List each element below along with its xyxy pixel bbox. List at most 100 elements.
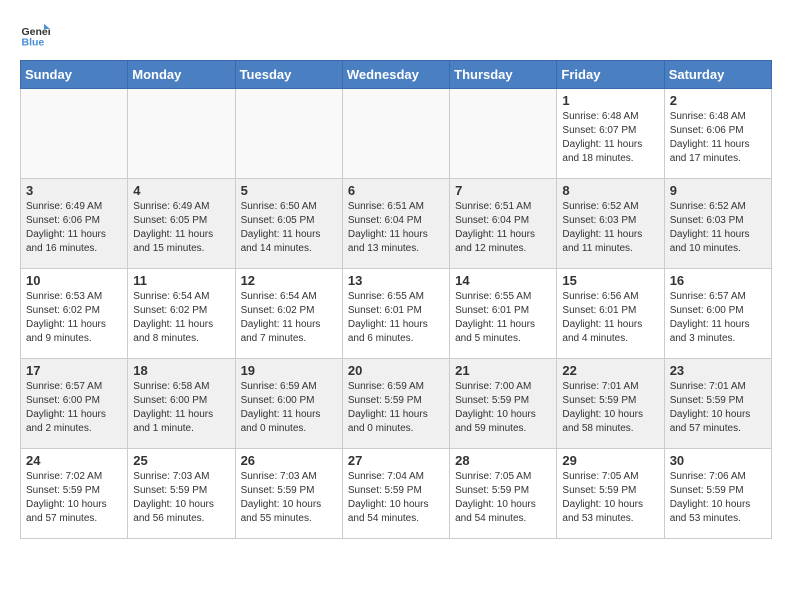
day-number: 12 bbox=[241, 273, 337, 288]
day-number: 26 bbox=[241, 453, 337, 468]
calendar-day-cell: 9Sunrise: 6:52 AM Sunset: 6:03 PM Daylig… bbox=[664, 179, 771, 269]
day-number: 29 bbox=[562, 453, 658, 468]
day-number: 28 bbox=[455, 453, 551, 468]
day-number: 30 bbox=[670, 453, 766, 468]
calendar-day-cell: 23 Sunrise: 7:01 AM Sunset: 5:59 PM Dayli… bbox=[664, 359, 771, 449]
calendar-week-row: 10 Sunrise: 6:53 AM Sunset: 6:02 PM Dayli… bbox=[21, 269, 772, 359]
weekday-header: Saturday bbox=[664, 61, 771, 89]
day-number: 19 bbox=[241, 363, 337, 378]
calendar-day-cell: 28Sunrise: 7:05 AM Sunset: 5:59 PM Dayli… bbox=[450, 449, 557, 539]
calendar-week-row: 1 Sunrise: 6:48 AM Sunset: 6:07 PM Daylig… bbox=[21, 89, 772, 179]
day-info: Sunrise: 6:56 AM Sunset: 6:01 PM Dayligh… bbox=[562, 290, 658, 346]
calendar-day-cell: 18 Sunrise: 6:58 AM Sunset: 6:00 PM Dayli… bbox=[128, 359, 235, 449]
calendar-day-cell: 26 Sunrise: 7:03 AM Sunset: 5:59 PM Dayli… bbox=[235, 449, 342, 539]
day-number: 5 bbox=[241, 183, 337, 198]
day-info: Sunrise: 6:55 AM Sunset: 6:01 PM Dayligh… bbox=[348, 290, 444, 346]
day-info: Sunrise: 6:49 AM Sunset: 6:06 PM Dayligh… bbox=[26, 200, 122, 256]
day-number: 11 bbox=[133, 273, 229, 288]
calendar-table: SundayMondayTuesdayWednesdayThursdayFrid… bbox=[20, 60, 772, 539]
calendar-day-cell: 13 Sunrise: 6:55 AM Sunset: 6:01 PM Dayli… bbox=[342, 269, 449, 359]
day-number: 16 bbox=[670, 273, 766, 288]
day-info: Sunrise: 6:59 AM Sunset: 6:00 PM Dayligh… bbox=[241, 380, 337, 436]
calendar-day-cell: 2 Sunrise: 6:48 AM Sunset: 6:06 PM Daylig… bbox=[664, 89, 771, 179]
calendar-day-cell: 1 Sunrise: 6:48 AM Sunset: 6:07 PM Daylig… bbox=[557, 89, 664, 179]
calendar-day-cell bbox=[342, 89, 449, 179]
calendar-day-cell: 14Sunrise: 6:55 AM Sunset: 6:01 PM Dayli… bbox=[450, 269, 557, 359]
day-number: 18 bbox=[133, 363, 229, 378]
weekday-header: Wednesday bbox=[342, 61, 449, 89]
day-info: Sunrise: 7:04 AM Sunset: 5:59 PM Dayligh… bbox=[348, 470, 444, 526]
calendar-day-cell bbox=[450, 89, 557, 179]
day-info: Sunrise: 6:49 AM Sunset: 6:05 PM Dayligh… bbox=[133, 200, 229, 256]
calendar-day-cell: 19 Sunrise: 6:59 AM Sunset: 6:00 PM Dayli… bbox=[235, 359, 342, 449]
day-number: 23 bbox=[670, 363, 766, 378]
calendar-day-cell: 12 Sunrise: 6:54 AM Sunset: 6:02 PM Dayli… bbox=[235, 269, 342, 359]
day-number: 3 bbox=[26, 183, 122, 198]
svg-text:Blue: Blue bbox=[22, 37, 45, 49]
calendar-day-cell: 25 Sunrise: 7:03 AM Sunset: 5:59 PM Dayli… bbox=[128, 449, 235, 539]
day-info: Sunrise: 7:03 AM Sunset: 5:59 PM Dayligh… bbox=[241, 470, 337, 526]
day-number: 22 bbox=[562, 363, 658, 378]
day-number: 20 bbox=[348, 363, 444, 378]
calendar-day-cell: 11Sunrise: 6:54 AM Sunset: 6:02 PM Dayli… bbox=[128, 269, 235, 359]
calendar-day-cell: 20 Sunrise: 6:59 AM Sunset: 5:59 PM Dayli… bbox=[342, 359, 449, 449]
day-info: Sunrise: 6:59 AM Sunset: 5:59 PM Dayligh… bbox=[348, 380, 444, 436]
calendar-day-cell: 27 Sunrise: 7:04 AM Sunset: 5:59 PM Dayli… bbox=[342, 449, 449, 539]
calendar-day-cell: 16 Sunrise: 6:57 AM Sunset: 6:00 PM Dayli… bbox=[664, 269, 771, 359]
weekday-header: Sunday bbox=[21, 61, 128, 89]
day-number: 1 bbox=[562, 93, 658, 108]
day-number: 25 bbox=[133, 453, 229, 468]
day-info: Sunrise: 7:03 AM Sunset: 5:59 PM Dayligh… bbox=[133, 470, 229, 526]
day-number: 10 bbox=[26, 273, 122, 288]
calendar-day-cell: 8 Sunrise: 6:52 AM Sunset: 6:03 PM Daylig… bbox=[557, 179, 664, 269]
day-info: Sunrise: 6:48 AM Sunset: 6:07 PM Dayligh… bbox=[562, 110, 658, 166]
day-number: 15 bbox=[562, 273, 658, 288]
calendar-day-cell: 5 Sunrise: 6:50 AM Sunset: 6:05 PM Daylig… bbox=[235, 179, 342, 269]
day-number: 7 bbox=[455, 183, 551, 198]
day-info: Sunrise: 7:05 AM Sunset: 5:59 PM Dayligh… bbox=[562, 470, 658, 526]
day-info: Sunrise: 6:52 AM Sunset: 6:03 PM Dayligh… bbox=[562, 200, 658, 256]
day-info: Sunrise: 6:48 AM Sunset: 6:06 PM Dayligh… bbox=[670, 110, 766, 166]
day-number: 24 bbox=[26, 453, 122, 468]
day-number: 2 bbox=[670, 93, 766, 108]
day-info: Sunrise: 7:00 AM Sunset: 5:59 PM Dayligh… bbox=[455, 380, 551, 436]
day-number: 17 bbox=[26, 363, 122, 378]
calendar-day-cell: 30 Sunrise: 7:06 AM Sunset: 5:59 PM Dayli… bbox=[664, 449, 771, 539]
day-number: 4 bbox=[133, 183, 229, 198]
calendar-day-cell: 22 Sunrise: 7:01 AM Sunset: 5:59 PM Dayli… bbox=[557, 359, 664, 449]
day-info: Sunrise: 6:51 AM Sunset: 6:04 PM Dayligh… bbox=[348, 200, 444, 256]
calendar-day-cell: 6Sunrise: 6:51 AM Sunset: 6:04 PM Daylig… bbox=[342, 179, 449, 269]
weekday-header: Thursday bbox=[450, 61, 557, 89]
day-info: Sunrise: 6:58 AM Sunset: 6:00 PM Dayligh… bbox=[133, 380, 229, 436]
calendar-header-row: SundayMondayTuesdayWednesdayThursdayFrid… bbox=[21, 61, 772, 89]
day-info: Sunrise: 7:01 AM Sunset: 5:59 PM Dayligh… bbox=[562, 380, 658, 436]
weekday-header: Monday bbox=[128, 61, 235, 89]
day-info: Sunrise: 7:02 AM Sunset: 5:59 PM Dayligh… bbox=[26, 470, 122, 526]
day-number: 8 bbox=[562, 183, 658, 198]
calendar-day-cell: 4 Sunrise: 6:49 AM Sunset: 6:05 PM Daylig… bbox=[128, 179, 235, 269]
calendar-day-cell: 15 Sunrise: 6:56 AM Sunset: 6:01 PM Dayli… bbox=[557, 269, 664, 359]
day-info: Sunrise: 6:54 AM Sunset: 6:02 PM Dayligh… bbox=[241, 290, 337, 346]
logo-icon: General Blue bbox=[20, 20, 50, 50]
day-number: 13 bbox=[348, 273, 444, 288]
day-number: 21 bbox=[455, 363, 551, 378]
calendar-day-cell: 3 Sunrise: 6:49 AM Sunset: 6:06 PM Daylig… bbox=[21, 179, 128, 269]
day-info: Sunrise: 7:01 AM Sunset: 5:59 PM Dayligh… bbox=[670, 380, 766, 436]
day-number: 9 bbox=[670, 183, 766, 198]
calendar-day-cell bbox=[128, 89, 235, 179]
calendar-week-row: 3 Sunrise: 6:49 AM Sunset: 6:06 PM Daylig… bbox=[21, 179, 772, 269]
weekday-header: Tuesday bbox=[235, 61, 342, 89]
day-number: 27 bbox=[348, 453, 444, 468]
day-info: Sunrise: 7:06 AM Sunset: 5:59 PM Dayligh… bbox=[670, 470, 766, 526]
calendar-day-cell: 29 Sunrise: 7:05 AM Sunset: 5:59 PM Dayli… bbox=[557, 449, 664, 539]
day-info: Sunrise: 6:57 AM Sunset: 6:00 PM Dayligh… bbox=[26, 380, 122, 436]
calendar-week-row: 17 Sunrise: 6:57 AM Sunset: 6:00 PM Dayli… bbox=[21, 359, 772, 449]
calendar-day-cell: 21 Sunrise: 7:00 AM Sunset: 5:59 PM Dayli… bbox=[450, 359, 557, 449]
day-info: Sunrise: 6:50 AM Sunset: 6:05 PM Dayligh… bbox=[241, 200, 337, 256]
day-info: Sunrise: 6:57 AM Sunset: 6:00 PM Dayligh… bbox=[670, 290, 766, 346]
day-info: Sunrise: 6:53 AM Sunset: 6:02 PM Dayligh… bbox=[26, 290, 122, 346]
day-info: Sunrise: 6:51 AM Sunset: 6:04 PM Dayligh… bbox=[455, 200, 551, 256]
page-header: General Blue bbox=[20, 20, 772, 50]
logo: General Blue bbox=[20, 20, 54, 50]
weekday-header: Friday bbox=[557, 61, 664, 89]
